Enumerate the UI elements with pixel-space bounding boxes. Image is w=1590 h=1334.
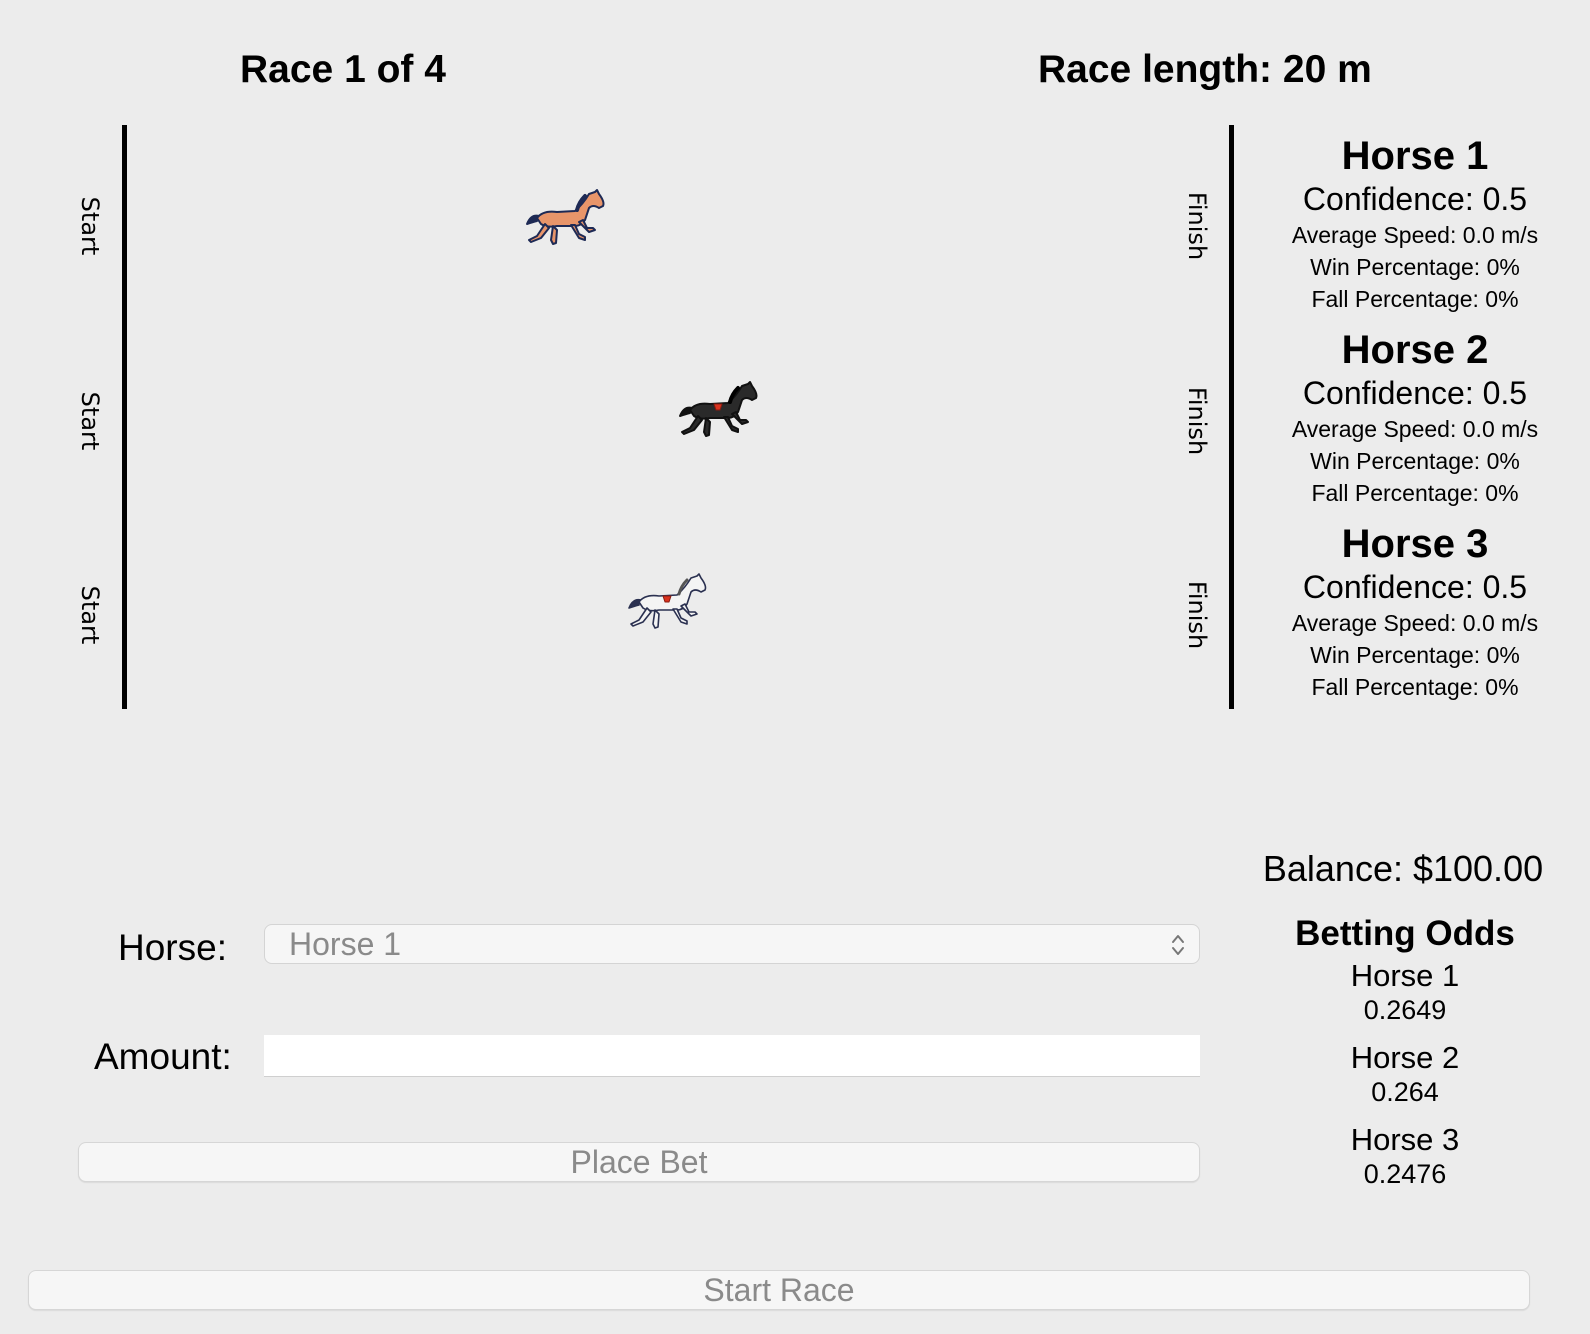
race-length: Race length: 20 m (1038, 48, 1372, 91)
odds-horse-name: Horse 3 (1350, 1122, 1460, 1157)
odds-value: 0.2649 (1363, 995, 1447, 1025)
horse-stats-2: Horse 2 Confidence: 0.5 Average Speed: 0… (1255, 327, 1575, 509)
horse-stats-1: Horse 1 Confidence: 0.5 Average Speed: 0… (1255, 133, 1575, 315)
horse-icon (676, 380, 762, 442)
horse-stats-3: Horse 3 Confidence: 0.5 Average Speed: 0… (1255, 521, 1575, 703)
place-bet-button[interactable]: Place Bet (78, 1142, 1200, 1182)
amount-input[interactable] (264, 1035, 1200, 1077)
horse-confidence: Confidence: 0.5 (1302, 181, 1528, 217)
horse-icon (625, 572, 711, 634)
finish-label-lane-2: Finish (1183, 386, 1211, 456)
horse-select[interactable]: Horse 1 (264, 924, 1200, 964)
race-title: Race 1 of 4 (240, 48, 446, 91)
amount-label: Amount: (94, 1036, 232, 1077)
odds-horse-name: Horse 2 (1350, 1040, 1460, 1075)
horse-average-speed: Average Speed: 0.0 m/s (1291, 222, 1539, 248)
start-line (122, 125, 127, 709)
finish-label-lane-3: Finish (1183, 580, 1211, 650)
horse-name: Horse 2 (1341, 328, 1489, 372)
odds-value: 0.264 (1371, 1077, 1439, 1107)
odds-horse-name: Horse 1 (1350, 958, 1460, 993)
chevron-updown-icon (1172, 935, 1184, 955)
start-label-lane-3: Start (76, 585, 104, 645)
finish-label-lane-1: Finish (1183, 191, 1211, 261)
finish-line (1229, 125, 1234, 709)
balance: Balance: $100.00 (1262, 848, 1544, 889)
horse-confidence: Confidence: 0.5 (1302, 569, 1528, 605)
betting-odds-title: Betting Odds (1295, 914, 1515, 953)
start-label-lane-1: Start (76, 196, 104, 256)
horse-fall-percentage: Fall Percentage: 0% (1311, 286, 1519, 312)
horse-win-percentage: Win Percentage: 0% (1310, 448, 1520, 474)
start-label-lane-2: Start (76, 391, 104, 451)
horse-name: Horse 3 (1341, 522, 1489, 566)
betting-odds: Betting Odds Horse 1 0.2649 Horse 2 0.26… (1255, 912, 1555, 1204)
horse-fall-percentage: Fall Percentage: 0% (1311, 674, 1519, 700)
odds-value: 0.2476 (1363, 1159, 1447, 1189)
horse-average-speed: Average Speed: 0.0 m/s (1291, 610, 1539, 636)
start-race-button[interactable]: Start Race (28, 1270, 1530, 1310)
horse-average-speed: Average Speed: 0.0 m/s (1291, 416, 1539, 442)
horse-name: Horse 1 (1341, 134, 1489, 178)
horse-label: Horse: (118, 927, 227, 968)
horse-select-value: Horse 1 (289, 926, 402, 962)
horse-confidence: Confidence: 0.5 (1302, 375, 1528, 411)
horse-fall-percentage: Fall Percentage: 0% (1311, 480, 1519, 506)
horse-win-percentage: Win Percentage: 0% (1310, 254, 1520, 280)
horse-icon (523, 188, 609, 250)
horse-win-percentage: Win Percentage: 0% (1310, 642, 1520, 668)
